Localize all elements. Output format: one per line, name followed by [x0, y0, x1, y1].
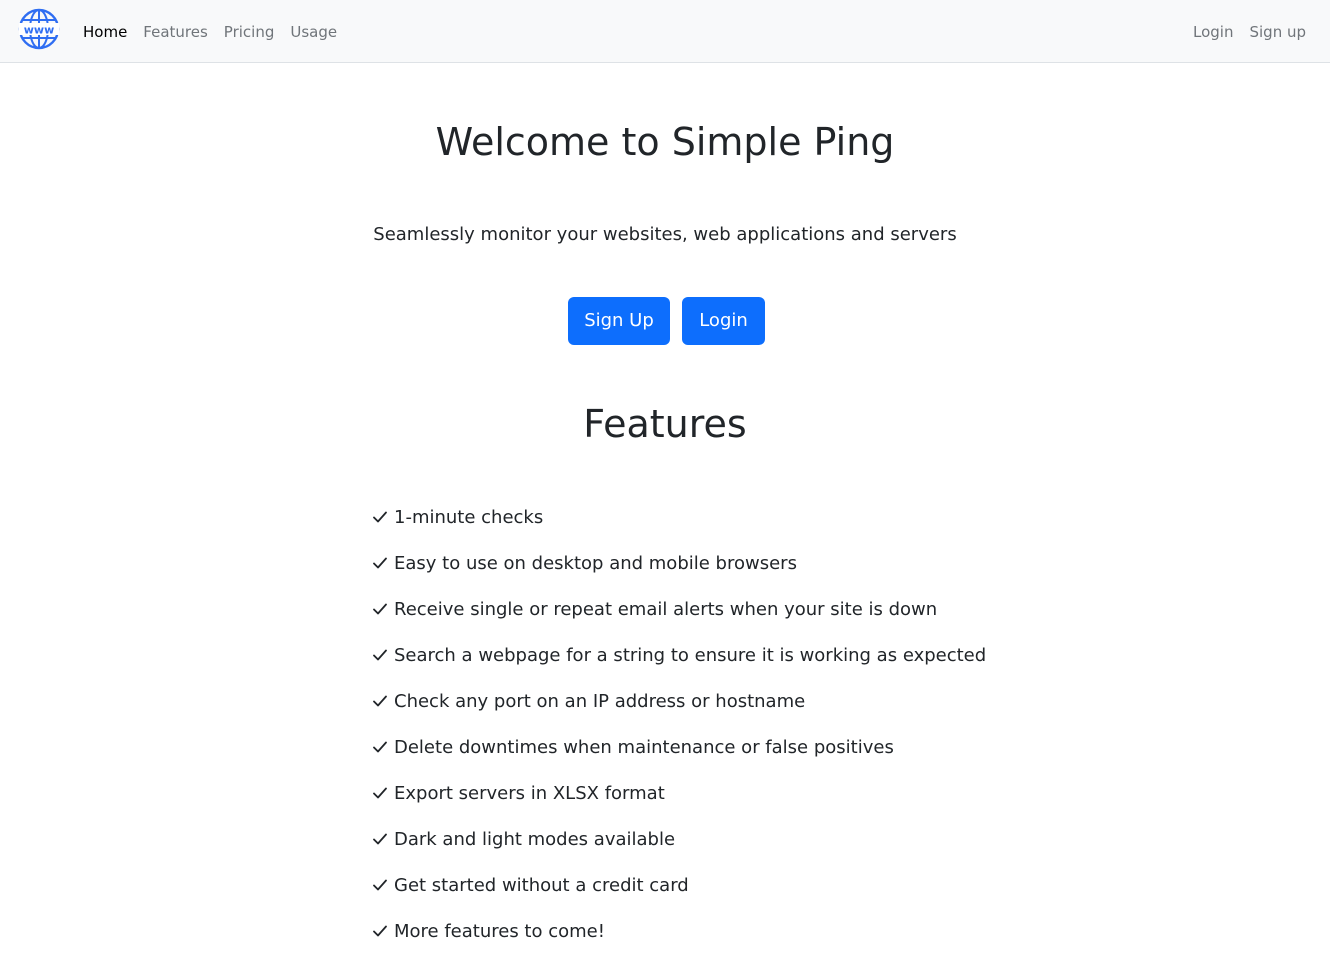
nav-main-links: Home Features Pricing Usage — [83, 0, 337, 62]
nav-link-features[interactable]: Features — [143, 23, 208, 41]
check-icon — [373, 695, 387, 707]
nav-link-signup[interactable]: Sign up — [1249, 23, 1306, 41]
check-icon — [373, 649, 387, 661]
check-icon — [373, 557, 387, 569]
nav-link-home[interactable]: Home — [83, 23, 127, 41]
check-icon — [373, 787, 387, 799]
nav-link-pricing[interactable]: Pricing — [224, 23, 275, 41]
feature-item: Get started without a credit card — [372, 862, 1012, 908]
check-icon — [373, 879, 387, 891]
feature-text: 1-minute checks — [394, 506, 544, 528]
feature-item: Delete downtimes when maintenance or fal… — [372, 724, 1012, 770]
check-icon — [373, 833, 387, 845]
nav-auth-links: Login Sign up — [1193, 0, 1306, 62]
feature-item: Search a webpage for a string to ensure … — [372, 632, 1012, 678]
check-icon — [373, 741, 387, 753]
feature-text: Easy to use on desktop and mobile browse… — [394, 552, 797, 574]
svg-text:www: www — [24, 24, 55, 37]
feature-text: Receive single or repeat email alerts wh… — [394, 598, 938, 620]
hero-title: Welcome to Simple Ping — [435, 120, 895, 164]
feature-item: Export servers in XLSX format — [372, 770, 1012, 816]
signup-button[interactable]: Sign Up — [568, 297, 670, 345]
check-icon — [373, 511, 387, 523]
feature-list: 1-minute checks Easy to use on desktop a… — [372, 494, 1012, 954]
nav-link-login[interactable]: Login — [1193, 23, 1233, 41]
feature-text: Get started without a credit card — [394, 874, 689, 896]
feature-item: 1-minute checks — [372, 494, 1012, 540]
feature-item: Easy to use on desktop and mobile browse… — [372, 540, 1012, 586]
top-navbar: www Home Features Pricing Usage Login Si… — [0, 0, 1330, 63]
feature-text: Export servers in XLSX format — [394, 782, 665, 804]
feature-text: Check any port on an IP address or hostn… — [394, 690, 806, 712]
check-icon — [373, 603, 387, 615]
globe-www-icon[interactable]: www — [18, 8, 60, 50]
feature-text: Search a webpage for a string to ensure … — [394, 644, 987, 666]
hero-lead: Seamlessly monitor your websites, web ap… — [373, 224, 957, 245]
feature-item: Dark and light modes available — [372, 816, 1012, 862]
feature-text: More features to come! — [394, 920, 605, 942]
login-button[interactable]: Login — [682, 297, 765, 345]
feature-item: More features to come! — [372, 908, 1012, 954]
feature-item: Receive single or repeat email alerts wh… — [372, 586, 1012, 632]
feature-item: Check any port on an IP address or hostn… — [372, 678, 1012, 724]
feature-text: Delete downtimes when maintenance or fal… — [394, 736, 894, 758]
feature-text: Dark and light modes available — [394, 828, 676, 850]
features-title: Features — [583, 402, 747, 446]
check-icon — [373, 925, 387, 937]
nav-link-usage[interactable]: Usage — [290, 23, 337, 41]
